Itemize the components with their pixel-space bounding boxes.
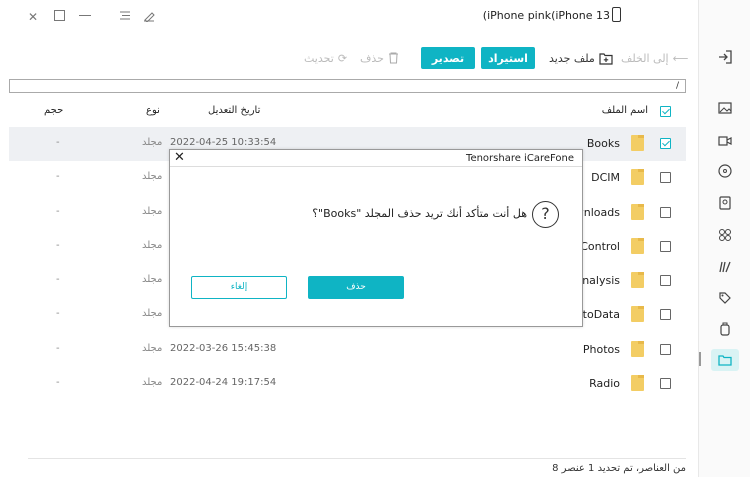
dialog-close-icon[interactable]: ✕ bbox=[174, 151, 185, 165]
minimize-icon[interactable] bbox=[78, 10, 92, 24]
folder-icon bbox=[631, 272, 644, 288]
device-name[interactable]: (iPhone pink(iPhone 13 bbox=[483, 9, 610, 22]
sidebar-bookmarks-icon[interactable] bbox=[711, 287, 739, 309]
refresh-icon: ⟳ bbox=[337, 51, 348, 65]
folder-icon bbox=[631, 341, 644, 357]
path-bar[interactable]: / bbox=[9, 79, 686, 93]
sidebar-files-icon[interactable] bbox=[711, 349, 739, 371]
status-bar: 8 من العناصر، تم تحديد 1 عنصر bbox=[28, 458, 686, 477]
arrow-left-icon: ⟵ bbox=[672, 51, 689, 65]
row-type: مجلد bbox=[142, 377, 163, 388]
column-name[interactable]: اسم الملف bbox=[602, 105, 648, 116]
row-size: - bbox=[56, 274, 60, 285]
sidebar-videos-icon[interactable] bbox=[711, 130, 739, 152]
sidebar-books-icon[interactable] bbox=[711, 256, 739, 278]
row-checkbox[interactable] bbox=[660, 309, 671, 320]
column-modified[interactable]: تاريخ التعديل bbox=[208, 105, 260, 116]
row-type: مجلد bbox=[142, 171, 163, 182]
table-header: اسم الملف تاريخ التعديل نوع حجم bbox=[0, 100, 698, 122]
row-checkbox[interactable] bbox=[660, 241, 671, 252]
trash-icon bbox=[388, 52, 398, 64]
row-type: مجلد bbox=[142, 343, 163, 354]
dialog-title: Tenorshare iCareFone bbox=[466, 153, 574, 164]
row-checkbox[interactable] bbox=[660, 275, 671, 286]
dialog-divider bbox=[170, 166, 582, 167]
folder-plus-icon bbox=[599, 52, 613, 65]
table-row[interactable]: Photos 2022-03-26 15:45:38 مجلد - bbox=[9, 333, 686, 367]
sidebar-apps-icon[interactable] bbox=[711, 224, 739, 246]
row-size: - bbox=[56, 206, 60, 217]
delete-button[interactable]: حذف bbox=[360, 47, 399, 69]
title-bar: ✕ (iPhone pink(iPhone 13 bbox=[0, 0, 698, 36]
row-name: Radio bbox=[589, 377, 620, 390]
row-name: DCIM bbox=[591, 171, 620, 184]
feedback-icon[interactable] bbox=[142, 10, 156, 24]
folder-icon bbox=[631, 306, 644, 322]
row-checkbox[interactable] bbox=[660, 344, 671, 355]
sidebar-contacts-icon[interactable] bbox=[711, 192, 739, 214]
sidebar bbox=[698, 0, 750, 477]
row-size: - bbox=[56, 137, 60, 148]
row-checkbox[interactable] bbox=[660, 378, 671, 389]
toolbar: إلى الخلف ⟵ ملف جديد استيراد تصدير حذف ت… bbox=[0, 47, 698, 71]
folder-icon bbox=[631, 135, 644, 151]
row-date: 2022-04-25 10:33:54 bbox=[170, 137, 277, 148]
delete-label: حذف bbox=[360, 51, 384, 65]
export-button[interactable]: تصدير bbox=[421, 47, 475, 69]
column-type[interactable]: نوع bbox=[146, 105, 160, 116]
confirm-delete-button[interactable]: حذف bbox=[308, 276, 404, 299]
import-button[interactable]: استيراد bbox=[481, 47, 535, 69]
column-size[interactable]: حجم bbox=[44, 105, 63, 116]
maximize-icon[interactable] bbox=[52, 10, 66, 24]
sidebar-active-marker bbox=[699, 352, 701, 366]
dialog-message: هل أنت متأكد أنك تريد حذف المجلد "Books"… bbox=[312, 207, 527, 220]
close-icon[interactable]: ✕ bbox=[26, 10, 40, 24]
row-name: Photos bbox=[582, 343, 620, 356]
row-type: مجلد bbox=[142, 206, 163, 217]
question-icon: ? bbox=[532, 201, 559, 228]
sidebar-photos-icon[interactable] bbox=[711, 97, 739, 119]
row-name: Books bbox=[586, 137, 620, 150]
folder-icon bbox=[631, 169, 644, 185]
row-date: 2022-04-24 19:17:54 bbox=[170, 377, 277, 388]
row-checkbox[interactable] bbox=[660, 207, 671, 218]
sidebar-exit-icon[interactable] bbox=[711, 46, 739, 68]
row-type: مجلد bbox=[142, 240, 163, 251]
row-checkbox[interactable] bbox=[660, 172, 671, 183]
refresh-button[interactable]: تحديث ⟳ bbox=[304, 47, 347, 69]
row-type: مجلد bbox=[142, 308, 163, 319]
row-size: - bbox=[56, 171, 60, 182]
refresh-label: تحديث bbox=[304, 51, 334, 65]
row-size: - bbox=[56, 343, 60, 354]
new-folder-label: ملف جديد bbox=[549, 51, 595, 65]
select-all-checkbox[interactable] bbox=[660, 106, 671, 117]
row-checkbox[interactable] bbox=[660, 138, 671, 149]
back-label: إلى الخلف bbox=[621, 51, 669, 65]
sidebar-music-icon[interactable] bbox=[711, 160, 739, 182]
sidebar-backup-icon[interactable] bbox=[711, 318, 739, 340]
row-type: مجلد bbox=[142, 274, 163, 285]
row-size: - bbox=[56, 308, 60, 319]
row-date: 2022-03-26 15:45:38 bbox=[170, 343, 277, 354]
row-type: مجلد bbox=[142, 137, 163, 148]
delete-confirm-dialog: ✕ Tenorshare iCareFone ? هل أنت متأكد أن… bbox=[169, 149, 583, 327]
table-row[interactable]: Radio 2022-04-24 19:17:54 مجلد - bbox=[9, 367, 686, 401]
folder-icon bbox=[631, 238, 644, 254]
folder-icon bbox=[631, 204, 644, 220]
phone-icon bbox=[612, 7, 621, 22]
back-button[interactable]: إلى الخلف ⟵ bbox=[621, 47, 688, 69]
row-size: - bbox=[56, 240, 60, 251]
menu-icon[interactable] bbox=[117, 10, 131, 24]
folder-icon bbox=[631, 375, 644, 391]
app-window: ✕ (iPhone pink(iPhone 13 إلى الخلف ⟵ ملف… bbox=[0, 0, 750, 477]
row-size: - bbox=[56, 377, 60, 388]
new-folder-button[interactable]: ملف جديد bbox=[549, 47, 613, 69]
cancel-button[interactable]: إلغاء bbox=[191, 276, 287, 299]
